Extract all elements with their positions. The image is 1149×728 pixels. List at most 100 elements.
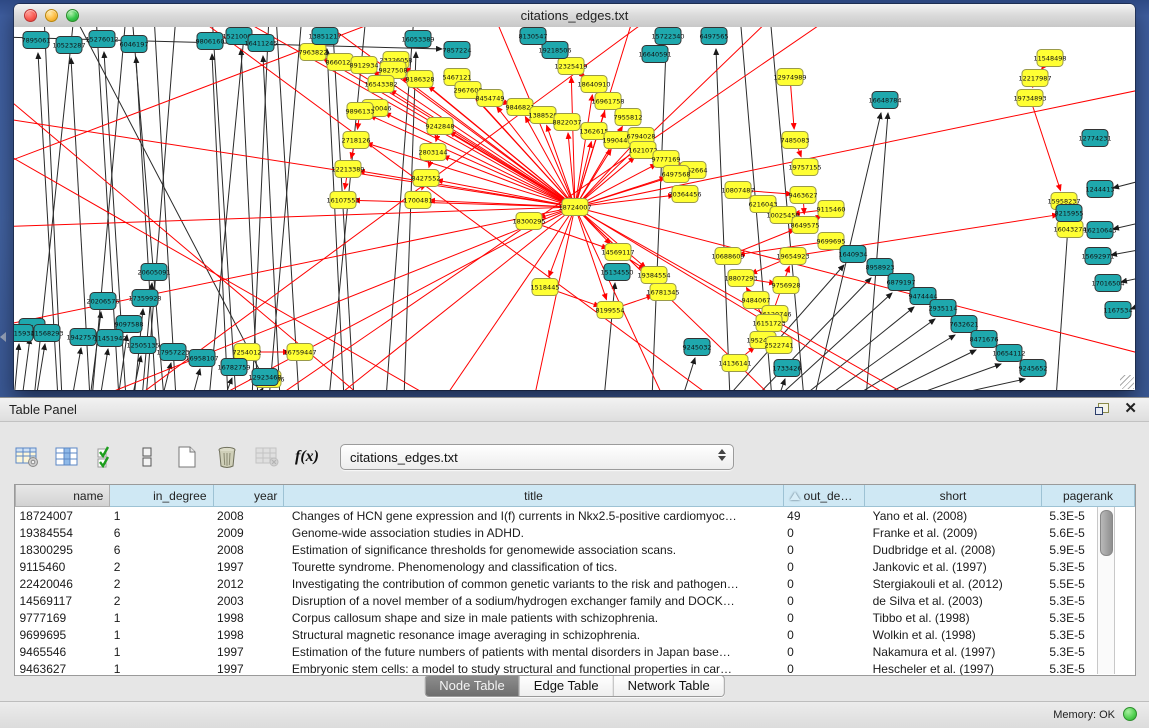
network-node[interactable]: 19757155 [788, 159, 821, 176]
table-cell[interactable]: 2003 [213, 592, 284, 609]
table-cell[interactable]: Tourette syndrome. Phenomenology and cla… [284, 558, 783, 575]
table-cell[interactable]: 1 [110, 609, 213, 626]
table-scrollbar-thumb[interactable] [1100, 510, 1113, 556]
table-row[interactable]: 1830029562008Estimation of significance … [16, 541, 1135, 558]
network-node[interactable]: 9896133 [346, 103, 375, 120]
table-cell[interactable]: Yano et al. (2008) [865, 507, 1042, 525]
table-row[interactable]: 1872400712008Changes of HCN gene express… [16, 507, 1135, 525]
network-node[interactable]: 8958923 [866, 259, 895, 276]
column-header-pagerank[interactable]: pagerank [1041, 485, 1134, 507]
table-cell[interactable]: Investigating the contribution of common… [284, 575, 783, 592]
network-node[interactable]: 2803144 [419, 144, 448, 161]
table-cell[interactable]: 9115460 [16, 558, 110, 575]
collapse-panel-arrow-icon[interactable] [0, 332, 6, 342]
network-node[interactable]: 2522741 [765, 337, 794, 354]
table-cell[interactable]: Disruption of a novel member of a sodium… [284, 592, 783, 609]
network-svg[interactable]: 1872400779638228660128891293423226058982… [14, 27, 1135, 390]
table-cell[interactable]: 49 [783, 507, 864, 525]
table-cell[interactable]: Nakamura et al. (1997) [865, 643, 1042, 660]
table-row[interactable]: 946362711997Embryonic stem cells: a mode… [16, 660, 1135, 676]
table-cell[interactable]: 6 [110, 524, 213, 541]
network-node[interactable]: 9777169 [652, 151, 681, 168]
table-cell[interactable]: 0 [783, 541, 864, 558]
network-node[interactable]: 7963822 [299, 44, 328, 61]
table-cell[interactable]: de Silva et al. (2003) [865, 592, 1042, 609]
table-cell[interactable]: 1 [110, 626, 213, 643]
table-cell[interactable]: 5.3E-5 [1041, 660, 1134, 676]
network-node[interactable]: 7895061 [22, 32, 51, 49]
network-node[interactable]: 1518445 [531, 279, 560, 296]
table-cell[interactable]: 1 [110, 660, 213, 676]
network-node[interactable]: 8454749 [476, 90, 505, 107]
table-row[interactable]: 977716911998Corpus callosum shape and si… [16, 609, 1135, 626]
network-node[interactable]: 19654923 [776, 248, 809, 265]
table-cell[interactable]: 5.6E-5 [1041, 524, 1134, 541]
table-cell[interactable]: 1997 [213, 558, 284, 575]
table-cell[interactable]: 2012 [213, 575, 284, 592]
select-column-button[interactable] [54, 445, 80, 469]
network-node[interactable]: 7485083 [781, 132, 810, 149]
network-node[interactable]: 20364456 [668, 186, 701, 203]
table-cell[interactable]: Estimation of the future numbers of pati… [284, 643, 783, 660]
window-resize-grip[interactable] [1120, 375, 1134, 389]
table-cell[interactable]: Structural magnetic resonance image aver… [284, 626, 783, 643]
network-node[interactable]: 8199554 [596, 302, 625, 319]
network-node[interactable]: 12213389 [331, 161, 364, 178]
table-cell[interactable]: 18300295 [16, 541, 110, 558]
network-node[interactable]: 12505135 [126, 337, 159, 354]
table-cell[interactable]: 5.3E-5 [1041, 609, 1134, 626]
table-cell[interactable]: Jankovic et al. (1997) [865, 558, 1042, 575]
network-node[interactable]: 11548498 [1033, 50, 1066, 67]
table-cell[interactable]: 0 [783, 643, 864, 660]
table-cell[interactable]: 1997 [213, 643, 284, 660]
network-node[interactable]: 16640591 [638, 46, 671, 63]
table-cell[interactable]: Hescheler et al. (1997) [865, 660, 1042, 676]
network-node[interactable]: 18300295 [512, 213, 545, 230]
network-node[interactable]: 2718126 [342, 132, 371, 149]
table-cell[interactable]: 5.3E-5 [1041, 592, 1134, 609]
table-cell[interactable]: 0 [783, 592, 864, 609]
network-node[interactable]: 19384554 [637, 267, 670, 284]
network-node[interactable]: 16043274 [1053, 221, 1086, 238]
table-cell[interactable]: 5.3E-5 [1041, 558, 1134, 575]
table-cell[interactable]: Corpus callosum shape and size in male p… [284, 609, 783, 626]
network-node[interactable]: 2935114 [929, 300, 958, 317]
table-cell[interactable]: 2009 [213, 524, 284, 541]
network-node[interactable]: 14136141 [718, 355, 751, 372]
network-node[interactable]: 8427552 [412, 170, 441, 187]
table-cell[interactable]: Stergiakouli et al. (2012) [865, 575, 1042, 592]
table-row[interactable]: 1938455462009Genome-wide association stu… [16, 524, 1135, 541]
network-node[interactable]: 8912934 [350, 57, 379, 74]
network-node[interactable]: 7857224 [443, 42, 472, 59]
network-node[interactable]: 16210643 [1083, 222, 1116, 239]
table-cell[interactable]: 2 [110, 592, 213, 609]
network-node[interactable]: 12325419 [554, 58, 587, 75]
table-cell[interactable]: 1997 [213, 660, 284, 676]
network-node[interactable]: 7955812 [614, 109, 643, 126]
network-node[interactable]: 10807487 [721, 182, 754, 199]
network-node[interactable]: 9245032 [683, 339, 712, 356]
network-node[interactable]: 15692971 [1081, 248, 1114, 265]
network-node[interactable]: 11568293 [30, 325, 63, 342]
network-node[interactable]: 15722340 [651, 28, 684, 45]
network-node[interactable]: 12923468 [248, 369, 281, 386]
network-node[interactable]: 8822037 [553, 114, 582, 131]
network-node[interactable]: 16151723 [752, 315, 785, 332]
table-cell[interactable]: 1 [110, 507, 213, 525]
new-column-button[interactable] [174, 445, 200, 469]
network-node[interactable]: 7632621 [950, 316, 979, 333]
table-row[interactable]: 946554611997Estimation of the future num… [16, 643, 1135, 660]
network-node[interactable]: 10654112 [992, 345, 1025, 362]
column-header-name[interactable]: name [16, 485, 110, 507]
table-cell[interactable]: 2 [110, 558, 213, 575]
table-selector-dropdown[interactable]: citations_edges.txt [340, 444, 734, 470]
network-node[interactable]: 16107553 [326, 192, 359, 209]
show-hide-columns-button[interactable] [94, 445, 120, 469]
network-node[interactable]: 16411245 [244, 35, 277, 52]
network-canvas[interactable]: 1872400779638228660128891293423226058982… [14, 27, 1135, 390]
table-cell[interactable]: Tibbo et al. (1998) [865, 609, 1042, 626]
table-cell[interactable]: 2008 [213, 541, 284, 558]
table-cell[interactable]: 18724007 [16, 507, 110, 525]
table-row[interactable]: 2242004622012Investigating the contribut… [16, 575, 1135, 592]
network-node[interactable]: 19734893 [1013, 90, 1046, 107]
